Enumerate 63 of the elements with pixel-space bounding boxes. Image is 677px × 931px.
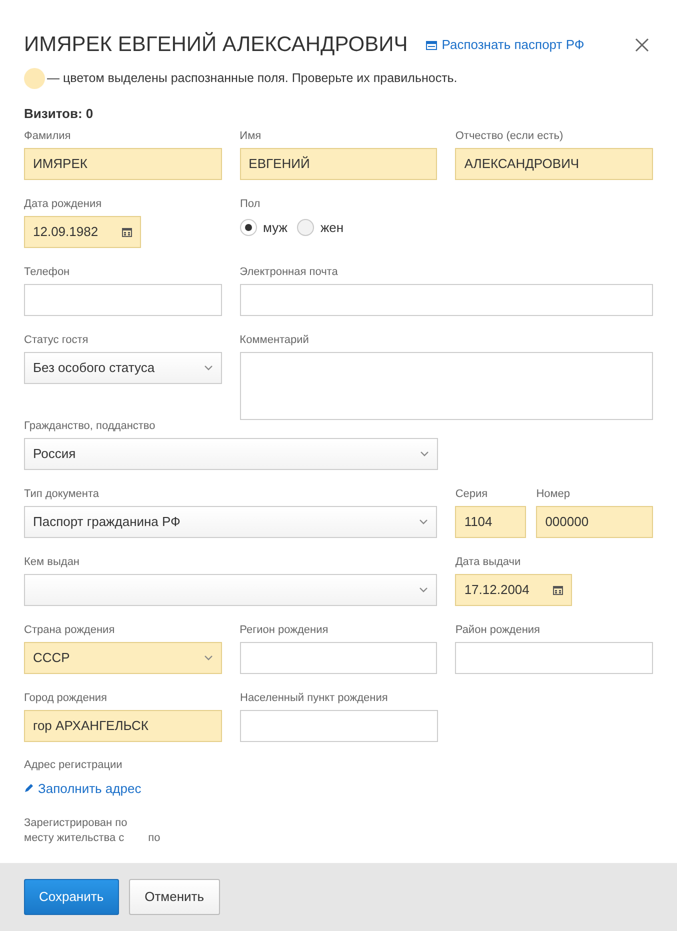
save-button[interactable]: Сохранить: [24, 879, 119, 915]
calendar-icon: [553, 584, 564, 594]
select-field[interactable]: Без особого статуса: [24, 352, 222, 384]
text-field[interactable]: 1104: [455, 506, 526, 538]
date-field[interactable]: 17.12.2004: [455, 574, 572, 606]
select-field[interactable]: Паспорт гражданина РФ: [24, 506, 438, 538]
field-label: Дата выдачи: [455, 556, 522, 568]
field-label: Комментарий: [240, 334, 310, 346]
text-field[interactable]: [24, 284, 222, 316]
field-label: Фамилия: [24, 130, 72, 142]
select-field[interactable]: СССР: [24, 642, 222, 674]
field-label: Дата рождения: [24, 198, 103, 210]
field-label: Населенный пункт рождения: [240, 692, 389, 704]
text-field[interactable]: ЕВГЕНИЙ: [240, 148, 438, 180]
field-label: Гражданство, подданство: [24, 420, 156, 432]
legend-text: — цветом выделены распознанные поля. Проверьте их правильность.: [47, 70, 458, 87]
cancel-button[interactable]: Отменить: [128, 879, 220, 915]
field-label: Город рождения: [24, 692, 108, 704]
select-field[interactable]: [24, 574, 438, 606]
text-field[interactable]: гор АРХАНГЕЛЬСК: [24, 710, 222, 742]
field-label: Имя: [240, 130, 262, 142]
close-button[interactable]: [635, 38, 649, 52]
registered-label: Зарегистрирован по: [24, 816, 128, 831]
radio-option[interactable]: жен: [297, 218, 344, 238]
fill-address-link[interactable]: Заполнить адрес: [24, 778, 142, 798]
text-field[interactable]: [240, 642, 438, 674]
date-field[interactable]: 12.09.1982: [24, 216, 141, 248]
text-field[interactable]: ИМЯРЕК: [24, 148, 222, 180]
chevron-down-icon: [204, 364, 213, 370]
pencil-icon: [24, 783, 34, 794]
text-field[interactable]: [240, 710, 438, 742]
select-field[interactable]: Россия: [24, 438, 438, 470]
comment-field[interactable]: [240, 352, 653, 420]
field-label: Регион рождения: [240, 624, 330, 636]
calendar-icon: [122, 226, 132, 236]
text-field[interactable]: АЛЕКСАНДРОВИЧ: [455, 148, 654, 180]
chevron-down-icon: [204, 654, 213, 660]
field-label: Статус гостя: [24, 334, 90, 346]
field-label: Номер: [536, 488, 572, 500]
field-label: Страна рождения: [24, 624, 116, 636]
field-label: Район рождения: [455, 624, 542, 636]
window-title: ИМЯРЕК ЕВГЕНИЙ АЛЕКСАНДРОВИЧ: [24, 31, 408, 58]
chevron-down-icon: [419, 518, 428, 524]
text-field[interactable]: [240, 284, 653, 316]
field-label: Кем выдан: [24, 556, 81, 568]
field-label: Пол: [240, 198, 262, 210]
field-label: Серия: [455, 488, 489, 500]
field-label: Телефон: [24, 266, 71, 278]
card-icon: [426, 40, 437, 50]
close-icon: [635, 38, 649, 52]
chevron-down-icon: [420, 450, 429, 456]
recognize-passport-link[interactable]: Распознать паспорт РФ: [426, 35, 584, 55]
field-label: Отчество (если есть): [455, 130, 564, 142]
field-label: Адрес регистрации: [24, 758, 124, 770]
radio-option[interactable]: муж: [240, 218, 288, 238]
chevron-down-icon: [419, 586, 428, 592]
field-label: Электронная почта: [240, 266, 339, 278]
text-field[interactable]: 000000: [536, 506, 653, 538]
field-label: Тип документа: [24, 488, 100, 500]
registered-label: по: [148, 831, 160, 846]
text-field[interactable]: [455, 642, 654, 674]
registered-label: месту жительства с: [24, 831, 124, 846]
visits-count: Визитов: 0: [24, 105, 94, 123]
